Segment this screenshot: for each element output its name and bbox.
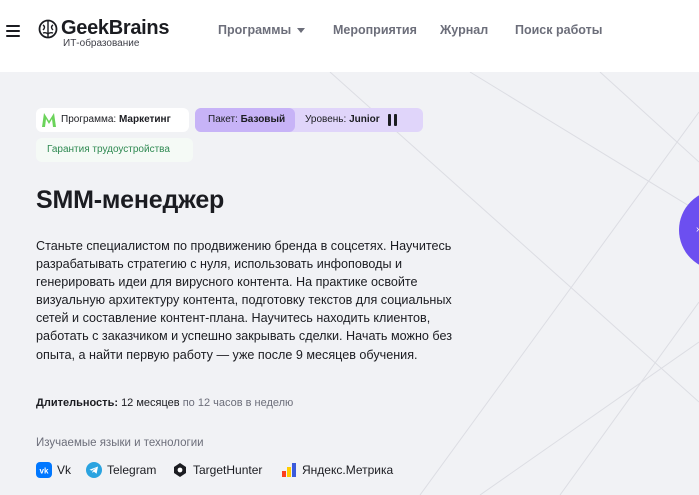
- telegram-icon: [86, 462, 102, 478]
- course-title: SMM-менеджер: [36, 186, 225, 214]
- level-bars-icon: [388, 114, 398, 126]
- package-value: Базовый: [240, 114, 286, 125]
- yandex-metrika-icon: [282, 463, 296, 477]
- duration-extra: по 12 часов в неделю: [182, 397, 294, 409]
- program-value: Маркетинг: [118, 114, 171, 125]
- vk-icon: vk: [36, 462, 52, 478]
- targethunter-icon: [174, 463, 186, 477]
- package-label: Пакет:: [208, 114, 238, 125]
- marketing-m-icon: [42, 113, 56, 127]
- level-value: Junior: [349, 114, 380, 125]
- course-hero: Программа: Маркетинг Пакет: Базовый Уров…: [0, 72, 699, 495]
- package-badge: Пакет: Базовый: [195, 108, 295, 132]
- menu-icon[interactable]: [6, 25, 20, 37]
- package-level-badge[interactable]: Пакет: Базовый Уровень: Junior: [195, 108, 423, 132]
- level-badge: Уровень: Junior: [305, 108, 380, 132]
- logo-name: GeekBrains: [61, 17, 170, 39]
- svg-text:vk: vk: [40, 467, 49, 476]
- tech-label-targethunter: TargetHunter: [193, 463, 263, 477]
- duration-label: Длительность:: [36, 397, 118, 409]
- tech-label-vk: Vk: [57, 463, 72, 477]
- guarantee-badge: Гарантия трудоустройства: [36, 138, 193, 162]
- logo-subtitle: ИТ-образование: [63, 38, 140, 49]
- course-description: Станьте специалистом по продвижению брен…: [36, 239, 452, 362]
- nav-programs[interactable]: Программы: [218, 23, 291, 37]
- chevron-down-icon[interactable]: [297, 28, 305, 33]
- program-badge[interactable]: Программа: Маркетинг: [36, 108, 189, 132]
- brain-logo-icon: [38, 19, 58, 39]
- level-label: Уровень:: [305, 114, 347, 125]
- nav-journal[interactable]: Журнал: [440, 23, 488, 37]
- nav-jobs[interactable]: Поиск работы: [515, 23, 602, 37]
- duration-value: 12 месяцев: [121, 397, 180, 409]
- nav-events[interactable]: Мероприятия: [333, 23, 417, 37]
- tech-label-yandex-metrika: Яндекс.Метрика: [302, 463, 394, 477]
- tech-label-telegram: Telegram: [107, 463, 157, 477]
- program-label: Программа:: [61, 114, 117, 125]
- site-header: GeekBrains ИТ-образование Программы Меро…: [0, 0, 699, 72]
- course-duration: Длительность: 12 месяцев по 12 часов в н…: [36, 397, 293, 409]
- technologies-heading: Изучаемые языки и технологии: [36, 437, 204, 449]
